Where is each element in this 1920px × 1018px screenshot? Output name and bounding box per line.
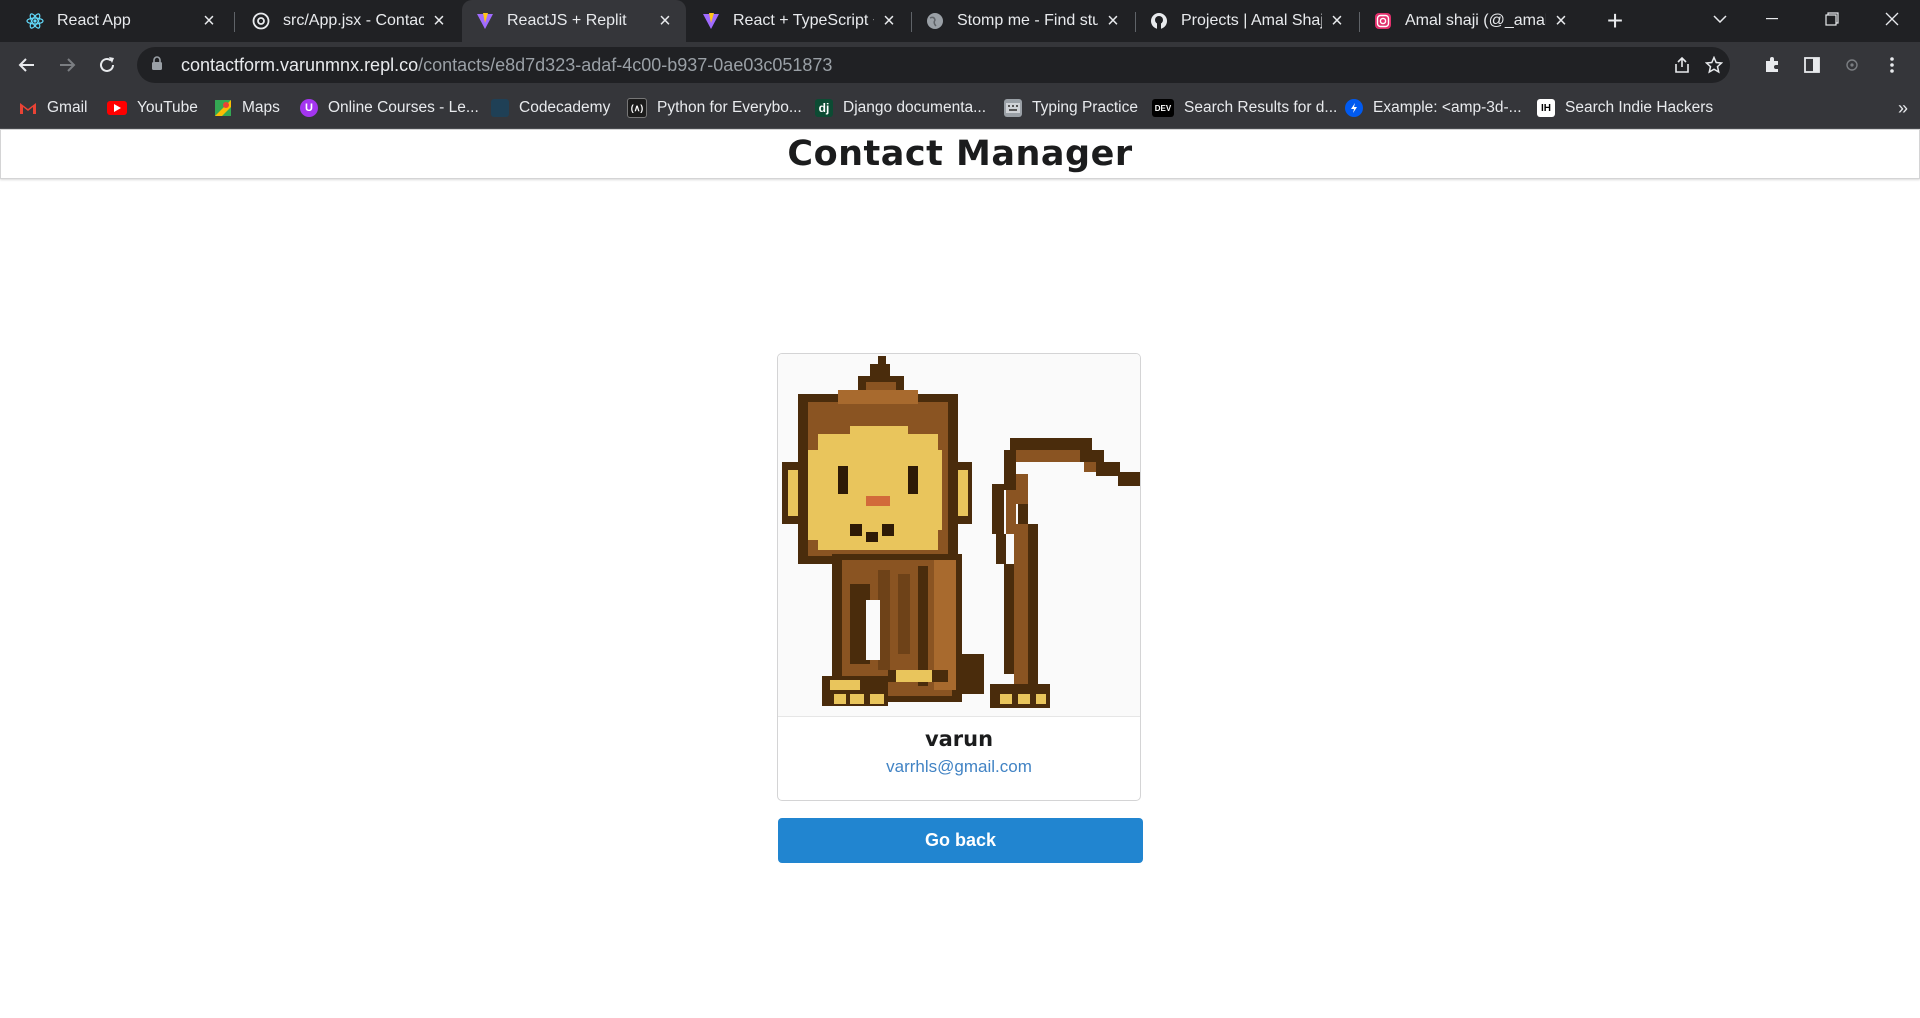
globe-icon [926, 12, 944, 30]
address-bar[interactable]: contactform.varunmnx.repl.co/contacts/e8… [137, 47, 1730, 83]
bookmark-label: Search Results for d... [1184, 99, 1338, 116]
bookmarks-overflow-icon[interactable]: » [1898, 88, 1908, 128]
profile-icon[interactable] [1836, 49, 1868, 81]
amp-icon [1345, 99, 1363, 117]
back-arrow-icon[interactable] [11, 49, 43, 81]
page-title: Contact Manager [787, 134, 1133, 174]
tab-title: Amal shaji (@_amalsh [1405, 12, 1546, 29]
youtube-icon [107, 101, 127, 115]
minimize-button[interactable] [1744, 0, 1800, 38]
bookmark-label: Python for Everybo... [657, 99, 802, 116]
url-host: contactform.varunmnx.repl.co [181, 54, 419, 75]
side-panel-icon[interactable] [1796, 49, 1828, 81]
replit-icon [252, 12, 270, 30]
browser-tab-strip: React App × src/App.jsx - ContactF × Rea… [0, 0, 1920, 42]
bookmark-label: YouTube [137, 99, 198, 116]
bookmark-codecademy[interactable]: Codecademy [491, 88, 610, 128]
pixel-monkey-avatar [778, 354, 1140, 717]
tab-separator [234, 12, 235, 32]
bookmark-star-icon[interactable] [1698, 47, 1730, 83]
reload-icon[interactable] [91, 49, 123, 81]
page-content: Contact Manager varun varrhls@gmail.com … [0, 129, 1920, 1018]
tab-app-jsx[interactable]: src/App.jsx - ContactF × [238, 0, 460, 42]
close-icon[interactable]: × [200, 11, 218, 31]
url-path: /contacts/e8d7d323-adaf-4c00-b937-0ae03c… [418, 54, 833, 75]
contact-name: varun [924, 727, 994, 751]
bookmark-label: Maps [242, 99, 280, 116]
close-icon[interactable]: × [1328, 11, 1346, 31]
close-icon[interactable]: × [430, 11, 448, 31]
close-icon[interactable]: × [656, 11, 674, 31]
tab-title: Stomp me - Find stud [957, 12, 1098, 29]
tab-title: ReactJS + Replit [507, 12, 627, 29]
instagram-icon [1374, 12, 1392, 30]
close-window-button[interactable] [1864, 0, 1920, 38]
tab-reactjs-replit[interactable]: ReactJS + Replit × [462, 0, 686, 42]
bookmark-label: Gmail [47, 99, 88, 116]
tab-projects-amal[interactable]: Projects | Amal Shaji × [1136, 0, 1358, 42]
bookmark-python[interactable]: (∧) Python for Everybo... [627, 88, 802, 128]
bookmark-label: Search Indie Hackers [1565, 99, 1714, 116]
bookmark-label: Example: <amp-3d-... [1373, 99, 1522, 116]
bookmarks-bar: Gmail YouTube Maps U Online Courses - Le… [0, 88, 1920, 129]
python-icon: (∧) [627, 98, 647, 118]
vite-icon [476, 12, 494, 30]
close-icon[interactable]: × [1552, 11, 1570, 31]
udemy-icon: U [300, 99, 318, 117]
bookmark-label: Typing Practice [1032, 99, 1138, 116]
bookmark-label: Codecademy [519, 99, 611, 116]
tab-title: src/App.jsx - ContactF [283, 12, 424, 29]
browser-toolbar: contactform.varunmnx.repl.co/contacts/e8… [0, 42, 1920, 88]
tab-search-chevron-icon[interactable] [1692, 0, 1748, 38]
lock-icon [151, 55, 165, 76]
extensions-puzzle-icon[interactable] [1756, 49, 1788, 81]
bookmark-gmail[interactable]: Gmail [19, 88, 87, 128]
menu-kebab-icon[interactable] [1876, 49, 1908, 81]
tab-react-app[interactable]: React App × [0, 0, 230, 42]
tab-title: React + TypeScript + [733, 12, 874, 29]
bookmark-label: Online Courses - Le... [328, 99, 479, 116]
share-icon[interactable] [1666, 47, 1698, 83]
bookmark-label: Django documenta... [843, 99, 987, 116]
bookmark-youtube[interactable]: YouTube [107, 88, 198, 128]
contact-email-link[interactable]: varrhls@gmail.com [778, 757, 1140, 777]
contact-card: varun varrhls@gmail.com [777, 353, 1141, 801]
app-header: Contact Manager [0, 129, 1920, 179]
tab-react-typescript[interactable]: React + TypeScript + × [688, 0, 910, 42]
close-icon[interactable]: × [880, 11, 898, 31]
bookmark-indie-hackers[interactable]: IH Search Indie Hackers [1537, 88, 1713, 128]
vite-icon [702, 12, 720, 30]
close-icon[interactable]: × [1104, 11, 1122, 31]
go-back-button[interactable]: Go back [778, 818, 1143, 863]
tab-title: Projects | Amal Shaji [1181, 12, 1322, 29]
bookmark-udemy[interactable]: U Online Courses - Le... [300, 88, 479, 128]
github-icon [1150, 12, 1168, 30]
tab-stomp-me[interactable]: Stomp me - Find stud × [912, 0, 1134, 42]
react-icon [26, 12, 44, 30]
indiehackers-icon: IH [1537, 99, 1555, 117]
bookmark-typing-practice[interactable]: Typing Practice [1004, 88, 1138, 128]
forward-arrow-icon[interactable] [51, 49, 83, 81]
maps-icon [214, 99, 232, 117]
tab-instagram[interactable]: Amal shaji (@_amalsh × [1360, 0, 1582, 42]
dev-icon: DEV [1152, 99, 1174, 117]
bookmark-dev[interactable]: DEV Search Results for d... [1152, 88, 1337, 128]
bookmark-django[interactable]: dj Django documenta... [815, 88, 986, 128]
new-tab-button[interactable]: + [1600, 6, 1630, 36]
bookmark-amp[interactable]: Example: <amp-3d-... [1345, 88, 1522, 128]
django-icon: dj [815, 99, 833, 117]
bookmark-maps[interactable]: Maps [214, 88, 280, 128]
codecademy-icon [491, 99, 509, 117]
gmail-icon [19, 99, 37, 117]
restore-button[interactable] [1804, 0, 1860, 38]
tab-title: React App [57, 12, 131, 29]
typing-icon [1004, 99, 1022, 117]
